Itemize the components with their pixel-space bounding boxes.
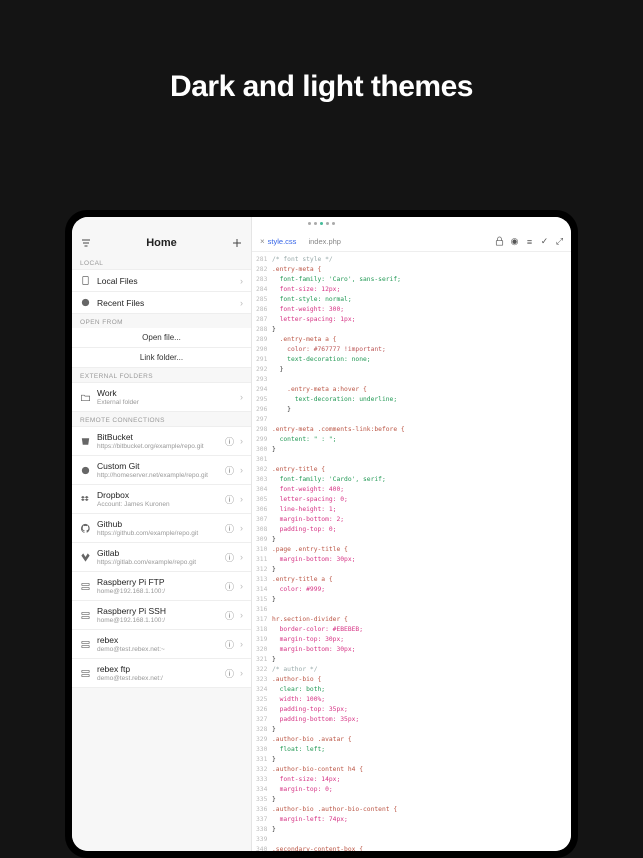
info-icon[interactable]: ⓘ xyxy=(225,464,234,477)
expand-icon[interactable]: ⤢ xyxy=(554,236,565,247)
section-external: EXTERNAL FOLDERS xyxy=(72,368,251,382)
sidebar-item-local-files[interactable]: Local Files › xyxy=(72,269,251,292)
chevron-right-icon: › xyxy=(240,581,243,591)
info-icon[interactable]: ⓘ xyxy=(225,551,234,564)
remote-icon xyxy=(80,436,91,447)
remote-icon xyxy=(80,552,91,563)
item-label: Githubhttps://github.com/example/repo.gi… xyxy=(97,519,217,537)
item-label: rebex ftpdemo@test.rebex.net:/ xyxy=(97,664,217,682)
list-icon[interactable]: ≡ xyxy=(524,237,535,247)
remote-icon xyxy=(80,581,91,592)
add-icon[interactable] xyxy=(231,237,243,249)
item-label: Raspberry Pi SSHhome@192.168.1.100:/ xyxy=(97,606,217,624)
chevron-right-icon: › xyxy=(240,494,243,504)
chevron-right-icon: › xyxy=(240,465,243,475)
sidebar-item-work[interactable]: WorkExternal folder › xyxy=(72,382,251,412)
check-icon[interactable]: ✓ xyxy=(539,236,550,247)
filter-icon[interactable] xyxy=(80,237,92,249)
hero-title: Dark and light themes xyxy=(0,0,643,104)
remote-icon xyxy=(80,639,91,650)
open-file-action[interactable]: Open file... xyxy=(72,328,251,348)
item-label: Local Files xyxy=(97,276,234,286)
section-remote: REMOTE CONNECTIONS xyxy=(72,412,251,426)
sidebar-item-recent-files[interactable]: Recent Files › xyxy=(72,292,251,314)
chevron-right-icon: › xyxy=(240,668,243,678)
share-icon[interactable] xyxy=(494,236,505,247)
item-label: Custom Githttp://homeserver.net/example/… xyxy=(97,461,217,479)
sidebar-item-remote[interactable]: Githubhttps://github.com/example/repo.gi… xyxy=(72,514,251,543)
item-label: Raspberry Pi FTPhome@192.168.1.100:/ xyxy=(97,577,217,595)
sidebar-item-remote[interactable]: rebexdemo@test.rebex.net:~ ⓘ › xyxy=(72,630,251,659)
chevron-right-icon: › xyxy=(240,523,243,533)
sidebar: Home LOCAL Local Files › Recent Files › … xyxy=(72,217,252,851)
sidebar-item-remote[interactable]: rebex ftpdemo@test.rebex.net:/ ⓘ › xyxy=(72,659,251,688)
section-open-from: OPEN FROM xyxy=(72,314,251,328)
info-icon[interactable]: ⓘ xyxy=(225,638,234,651)
device-icon xyxy=(80,275,91,286)
info-icon[interactable]: ⓘ xyxy=(225,493,234,506)
sidebar-item-remote[interactable]: Custom Githttp://homeserver.net/example/… xyxy=(72,456,251,485)
item-label: rebexdemo@test.rebex.net:~ xyxy=(97,635,217,653)
item-label: DropboxAccount: James Kuronen xyxy=(97,490,217,508)
chevron-right-icon: › xyxy=(240,552,243,562)
remote-icon xyxy=(80,494,91,505)
chevron-right-icon: › xyxy=(240,610,243,620)
remote-icon xyxy=(80,465,91,476)
tablet-frame: Home LOCAL Local Files › Recent Files › … xyxy=(65,210,578,858)
remote-icon xyxy=(80,523,91,534)
sidebar-item-remote[interactable]: Gitlabhttps://gitlab.com/example/repo.gi… xyxy=(72,543,251,572)
item-label: Gitlabhttps://gitlab.com/example/repo.gi… xyxy=(97,548,217,566)
code-editor[interactable]: 281/* font style */282.entry-meta {283 f… xyxy=(252,252,571,851)
chevron-right-icon: › xyxy=(240,298,243,308)
folder-icon xyxy=(80,392,91,403)
sidebar-item-remote[interactable]: Raspberry Pi SSHhome@192.168.1.100:/ ⓘ › xyxy=(72,601,251,630)
chevron-right-icon: › xyxy=(240,639,243,649)
remote-icon xyxy=(80,668,91,679)
sidebar-title: Home xyxy=(146,237,177,249)
tab-index-php[interactable]: index.php xyxy=(304,235,345,248)
item-label: Recent Files xyxy=(97,298,234,308)
status-dots xyxy=(72,217,571,229)
chevron-right-icon: › xyxy=(240,436,243,446)
link-folder-action[interactable]: Link folder... xyxy=(72,348,251,368)
editor-pane: ×style.css index.php ◉ ≡ ✓ ⤢ 281/* font … xyxy=(252,217,571,851)
sidebar-item-remote[interactable]: Raspberry Pi FTPhome@192.168.1.100:/ ⓘ › xyxy=(72,572,251,601)
item-label: BitBuckethttps://bitbucket.org/example/r… xyxy=(97,432,217,450)
info-icon[interactable]: ⓘ xyxy=(225,609,234,622)
clock-icon xyxy=(80,297,91,308)
sidebar-item-remote[interactable]: DropboxAccount: James Kuronen ⓘ › xyxy=(72,485,251,514)
tab-style-css[interactable]: ×style.css xyxy=(256,235,300,248)
remote-icon xyxy=(80,610,91,621)
preview-icon[interactable]: ◉ xyxy=(509,236,520,247)
info-icon[interactable]: ⓘ xyxy=(225,667,234,680)
section-local: LOCAL xyxy=(72,255,251,269)
close-icon[interactable]: × xyxy=(260,237,265,246)
tab-bar: ×style.css index.php ◉ ≡ ✓ ⤢ xyxy=(252,233,571,252)
chevron-right-icon: › xyxy=(240,276,243,286)
info-icon[interactable]: ⓘ xyxy=(225,580,234,593)
screen: Home LOCAL Local Files › Recent Files › … xyxy=(72,217,571,851)
sidebar-item-remote[interactable]: BitBuckethttps://bitbucket.org/example/r… xyxy=(72,426,251,456)
info-icon[interactable]: ⓘ xyxy=(225,522,234,535)
info-icon[interactable]: ⓘ xyxy=(225,435,234,448)
item-label: WorkExternal folder xyxy=(97,388,234,406)
chevron-right-icon: › xyxy=(240,392,243,402)
